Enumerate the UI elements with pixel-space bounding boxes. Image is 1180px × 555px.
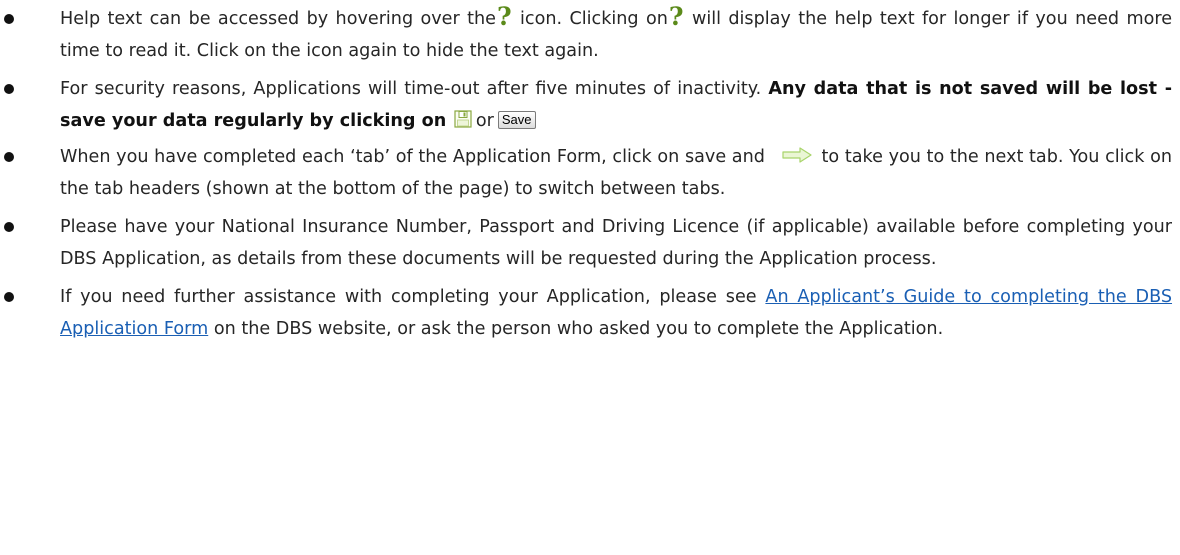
bullet-icon — [4, 222, 14, 232]
next-arrow-icon[interactable] — [782, 147, 812, 163]
item-text: When you have completed each ‘tab’ of th… — [60, 147, 765, 167]
bullet-icon — [4, 152, 14, 162]
item-text: For security reasons, Applications will … — [60, 79, 762, 99]
list-item-tabs: When you have completed each ‘tab’ of th… — [0, 141, 1172, 205]
item-text: icon. Clicking on — [512, 9, 668, 29]
bullet-icon — [4, 14, 14, 24]
item-text: on the DBS website, or ask the person wh… — [213, 319, 944, 339]
help-notes-page: Help text can be accessed by hovering ov… — [0, 0, 1180, 555]
list-item-timeout: For security reasons, Applications will … — [0, 73, 1172, 137]
item-text: Help text can be accessed by hovering ov… — [60, 9, 496, 29]
list-item-documents: Please have your National Insurance Numb… — [0, 211, 1172, 275]
help-notes-list: Help text can be accessed by hovering ov… — [0, 0, 1180, 345]
item-text: Please have your National Insurance Numb… — [60, 217, 1172, 269]
help-question-icon[interactable]: ? — [496, 4, 513, 29]
item-text: If you need further assistance with comp… — [60, 287, 757, 307]
floppy-disk-save-icon[interactable] — [454, 110, 472, 128]
save-button[interactable]: Save — [497, 111, 536, 129]
bullet-icon — [4, 84, 14, 94]
list-item-assistance: If you need further assistance with comp… — [0, 281, 1172, 345]
list-item-help-text: Help text can be accessed by hovering ov… — [0, 0, 1172, 67]
bullet-icon — [4, 292, 14, 302]
help-question-icon[interactable]: ? — [668, 4, 685, 29]
item-text: or — [475, 111, 494, 131]
